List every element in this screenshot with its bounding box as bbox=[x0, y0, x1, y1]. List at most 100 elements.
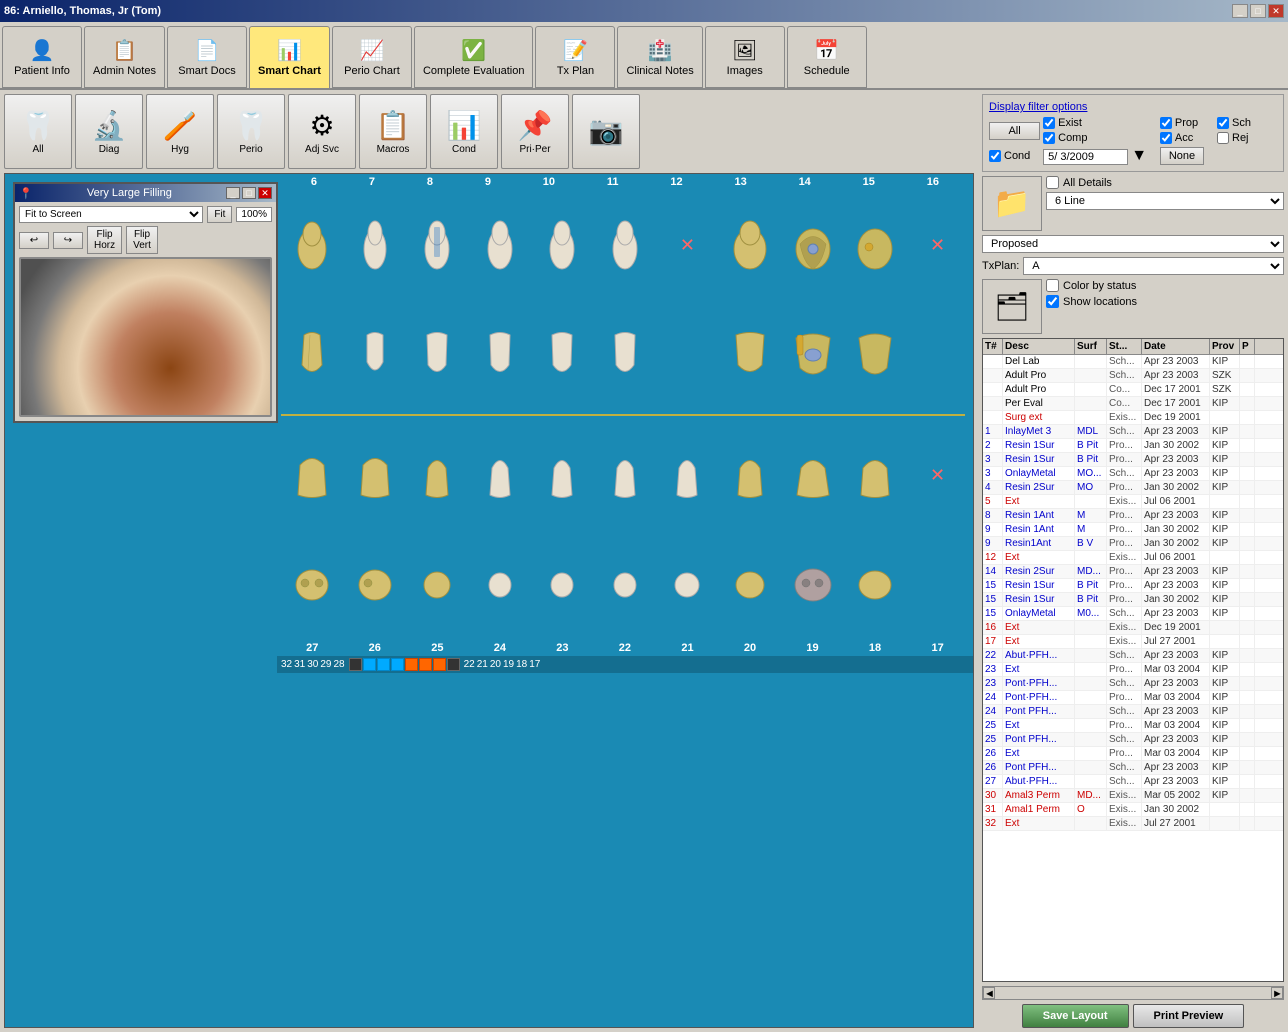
table-body[interactable]: Del Lab Sch... Apr 23 2003 KIP Adult Pro… bbox=[983, 355, 1283, 981]
table-row[interactable]: 2 Resin 1Sur B Pit Pro... Jan 30 2002 KI… bbox=[983, 439, 1283, 453]
all-filter-btn[interactable]: All bbox=[989, 122, 1040, 140]
tab-tx-plan[interactable]: 📝 Tx Plan bbox=[535, 26, 615, 88]
float-close[interactable]: ✕ bbox=[258, 187, 272, 199]
tooth-27-root[interactable] bbox=[289, 448, 335, 503]
table-row[interactable]: 1 InlayMet 3 MDL Sch... Apr 23 2003 KIP bbox=[983, 425, 1283, 439]
float-fit-btn[interactable]: Fit bbox=[207, 206, 232, 223]
table-row[interactable]: 15 Resin 1Sur B Pit Pro... Apr 23 2003 K… bbox=[983, 579, 1283, 593]
tab-patient-info[interactable]: 👤 Patient Info bbox=[2, 26, 82, 88]
comp-checkbox[interactable] bbox=[1043, 132, 1055, 144]
tab-admin-notes[interactable]: 📋 Admin Notes bbox=[84, 26, 165, 88]
table-row[interactable]: 14 Resin 2Sur MD... Pro... Apr 23 2003 K… bbox=[983, 565, 1283, 579]
tooth-18-root[interactable] bbox=[852, 448, 898, 503]
tooth-24-root[interactable] bbox=[477, 448, 523, 503]
tooth-9-root[interactable] bbox=[477, 328, 523, 383]
tooth-10[interactable] bbox=[539, 218, 585, 273]
rej-checkbox[interactable] bbox=[1217, 132, 1229, 144]
line-select[interactable]: 6 Line bbox=[1046, 192, 1284, 210]
date-dropdown-icon[interactable]: ▼ bbox=[1131, 147, 1147, 164]
table-row[interactable]: 23 Pont·PFH... Sch... Apr 23 2003 KIP bbox=[983, 677, 1283, 691]
table-row[interactable]: 24 Pont·PFH... Pro... Mar 03 2004 KIP bbox=[983, 691, 1283, 705]
tooth-21-root[interactable] bbox=[664, 448, 710, 503]
table-row[interactable]: 3 Resin 1Sur B Pit Pro... Apr 23 2003 KI… bbox=[983, 453, 1283, 467]
cond-button[interactable]: 📊 Cond bbox=[430, 94, 498, 169]
tooth-15[interactable] bbox=[852, 218, 898, 273]
txplan-select[interactable]: A bbox=[1023, 257, 1284, 275]
table-row[interactable]: 17 Ext Exis... Jul 27 2001 bbox=[983, 635, 1283, 649]
float-maximize[interactable]: □ bbox=[242, 187, 256, 199]
table-row[interactable]: 25 Ext Pro... Mar 03 2004 KIP bbox=[983, 719, 1283, 733]
float-fit-select[interactable]: Fit to Screen bbox=[19, 206, 203, 223]
table-row[interactable]: 9 Resin1Ant B V Pro... Jan 30 2002 KIP bbox=[983, 537, 1283, 551]
tab-complete-eval[interactable]: ✅ Complete Evaluation bbox=[414, 26, 534, 88]
tooth-26-crown[interactable] bbox=[352, 558, 398, 613]
tooth-21-crown[interactable] bbox=[664, 558, 710, 613]
photo-button[interactable]: 📷 bbox=[572, 94, 640, 169]
table-row[interactable]: 24 Pont PFH... Sch... Apr 23 2003 KIP bbox=[983, 705, 1283, 719]
tooth-27-crown[interactable] bbox=[289, 558, 335, 613]
tooth-19-crown[interactable] bbox=[790, 558, 836, 613]
float-minimize[interactable]: _ bbox=[226, 187, 240, 199]
tooth-6[interactable] bbox=[289, 218, 335, 273]
float-flip-horz-btn[interactable]: FlipHorz bbox=[87, 226, 122, 254]
float-flip-vert-btn[interactable]: FlipVert bbox=[126, 226, 158, 254]
tooth-13[interactable] bbox=[727, 218, 773, 273]
tooth-8[interactable] bbox=[414, 218, 460, 273]
save-layout-btn[interactable]: Save Layout bbox=[1022, 1004, 1129, 1028]
tooth-14[interactable] bbox=[790, 218, 836, 273]
tooth-26-root[interactable] bbox=[352, 448, 398, 503]
filter-title[interactable]: Display filter options bbox=[989, 101, 1277, 113]
tab-perio-chart[interactable]: 📈 Perio Chart bbox=[332, 26, 412, 88]
tooth-11[interactable] bbox=[602, 218, 648, 273]
tooth-8-root[interactable] bbox=[414, 328, 460, 383]
table-row[interactable]: 26 Ext Pro... Mar 03 2004 KIP bbox=[983, 747, 1283, 761]
tooth-22-root[interactable] bbox=[602, 448, 648, 503]
scroll-left-btn[interactable]: ◄ bbox=[983, 987, 995, 999]
table-row[interactable]: 25 Pont PFH... Sch... Apr 23 2003 KIP bbox=[983, 733, 1283, 747]
tab-clinical-notes[interactable]: 🏥 Clinical Notes bbox=[617, 26, 702, 88]
tab-smart-docs[interactable]: 📄 Smart Docs bbox=[167, 26, 247, 88]
date-input[interactable] bbox=[1043, 149, 1128, 165]
tooth-12[interactable]: ✕ bbox=[664, 218, 710, 273]
table-row[interactable]: 5 Ext Exis... Jul 06 2001 bbox=[983, 495, 1283, 509]
tooth-25-root[interactable] bbox=[414, 448, 460, 503]
tooth-18-crown[interactable] bbox=[852, 558, 898, 613]
table-row[interactable]: 8 Resin 1Ant M Pro... Apr 23 2003 KIP bbox=[983, 509, 1283, 523]
tab-smart-chart[interactable]: 📊 Smart Chart bbox=[249, 26, 330, 88]
adj-svc-button[interactable]: ⚙ Adj Svc bbox=[288, 94, 356, 169]
tooth-13-root[interactable] bbox=[727, 328, 773, 383]
pri-per-button[interactable]: 📌 Pri·Per bbox=[501, 94, 569, 169]
tab-schedule[interactable]: 📅 Schedule bbox=[787, 26, 867, 88]
tooth-20-root[interactable] bbox=[727, 448, 773, 503]
diag-button[interactable]: 🔬 Diag bbox=[75, 94, 143, 169]
all-details-checkbox[interactable] bbox=[1046, 176, 1059, 189]
tooth-14-root[interactable] bbox=[790, 328, 836, 383]
table-row[interactable]: 3 OnlayMetal MO... Sch... Apr 23 2003 KI… bbox=[983, 467, 1283, 481]
proposed-select[interactable]: Proposed bbox=[982, 235, 1284, 253]
tooth-24-crown[interactable] bbox=[477, 558, 523, 613]
table-row[interactable]: 4 Resin 2Sur MO Pro... Jan 30 2002 KIP bbox=[983, 481, 1283, 495]
tooth-10-root[interactable] bbox=[539, 328, 585, 383]
float-undo-btn[interactable]: ↩ bbox=[19, 232, 49, 249]
table-row[interactable]: 15 OnlayMetal M0... Sch... Apr 23 2003 K… bbox=[983, 607, 1283, 621]
tooth-6-root[interactable] bbox=[289, 328, 335, 383]
exist-checkbox[interactable] bbox=[1043, 117, 1055, 129]
tooth-25-crown[interactable] bbox=[414, 558, 460, 613]
float-redo-btn[interactable]: ↪ bbox=[53, 232, 83, 249]
tooth-17-root[interactable]: ✕ bbox=[915, 448, 961, 503]
scroll-right-btn[interactable]: ► bbox=[1271, 987, 1283, 999]
print-preview-btn[interactable]: Print Preview bbox=[1133, 1004, 1245, 1028]
horizontal-scrollbar[interactable]: ◄ ► bbox=[982, 986, 1284, 1000]
table-row[interactable]: 30 Amal3 Perm MD... Exis... Mar 05 2002 … bbox=[983, 789, 1283, 803]
table-row[interactable]: 27 Abut·PFH... Sch... Apr 23 2003 KIP bbox=[983, 775, 1283, 789]
tooth-16[interactable]: ✕ bbox=[915, 218, 961, 273]
maximize-btn[interactable]: □ bbox=[1250, 4, 1266, 18]
table-row[interactable]: 15 Resin 1Sur B Pit Pro... Jan 30 2002 K… bbox=[983, 593, 1283, 607]
tooth-23-root[interactable] bbox=[539, 448, 585, 503]
perio-button[interactable]: 🦷 Perio bbox=[217, 94, 285, 169]
tooth-23-crown[interactable] bbox=[539, 558, 585, 613]
sch-checkbox[interactable] bbox=[1217, 117, 1229, 129]
all-button[interactable]: 🦷 All bbox=[4, 94, 72, 169]
tooth-20-crown[interactable] bbox=[727, 558, 773, 613]
table-row[interactable]: 32 Ext Exis... Jul 27 2001 bbox=[983, 817, 1283, 831]
